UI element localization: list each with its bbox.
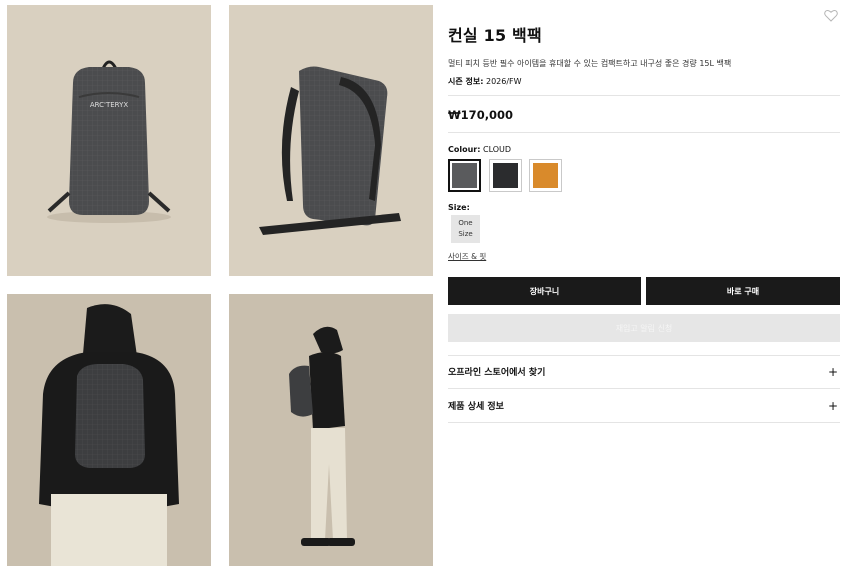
divider (448, 422, 840, 423)
product-title: 컨실 15 백팩 (448, 26, 542, 45)
divider (448, 95, 840, 96)
heart-icon[interactable] (824, 7, 838, 22)
colour-swatch-black[interactable] (489, 159, 522, 192)
restock-notify-button[interactable]: 재입고 알림 신청 (448, 314, 840, 342)
colour-swatch-cloud[interactable] (448, 159, 481, 192)
gallery-image-model-side-view[interactable] (229, 294, 433, 566)
size-guide-link[interactable]: 사이즈 & 핏 (448, 251, 486, 262)
season-info: 시즌 정보: 2026/FW (448, 76, 522, 87)
product-subtitle: 멀티 피치 등반 필수 아이템을 휴대할 수 있는 컴팩트하고 내구성 좋은 경… (448, 59, 732, 68)
swatch-chip (493, 163, 518, 188)
gallery-image-model-back-view[interactable] (7, 294, 211, 566)
accordion-label: 오프라인 스토어에서 찾기 (448, 368, 546, 378)
divider (448, 132, 840, 133)
accordion-label: 제품 상세 정보 (448, 402, 504, 412)
size-option-line1: One (458, 219, 473, 227)
swatch-chip (452, 163, 477, 188)
plus-icon: + (827, 398, 838, 413)
accordion-find-in-store[interactable]: 오프라인 스토어에서 찾기 + (448, 355, 840, 388)
add-to-cart-button[interactable]: 장바구니 (448, 277, 641, 305)
size-option-one-size[interactable]: One Size (451, 215, 480, 243)
swatch-chip (533, 163, 558, 188)
gallery-image-backpack-front[interactable]: ARC'TERYX (7, 5, 211, 276)
colour-label: Colour: CLOUD (448, 145, 511, 154)
size-label: Size: (448, 203, 470, 212)
plus-icon: + (827, 364, 838, 379)
season-label: 시즌 정보: (448, 77, 484, 86)
colour-swatch-orange[interactable] (529, 159, 562, 192)
gallery-image-backpack-back[interactable] (229, 5, 433, 276)
product-price: ₩170,000 (448, 108, 514, 122)
buy-now-button[interactable]: 바로 구매 (646, 277, 840, 305)
colour-selected-value: CLOUD (483, 145, 512, 154)
product-gallery: ARC'TERYX (0, 0, 440, 574)
size-option-line2: Size (458, 230, 473, 238)
colour-label-key: Colour: (448, 145, 481, 154)
season-value: 2026/FW (485, 77, 522, 86)
svg-text:ARC'TERYX: ARC'TERYX (90, 101, 129, 109)
accordion-product-details[interactable]: 제품 상세 정보 + (448, 389, 840, 422)
